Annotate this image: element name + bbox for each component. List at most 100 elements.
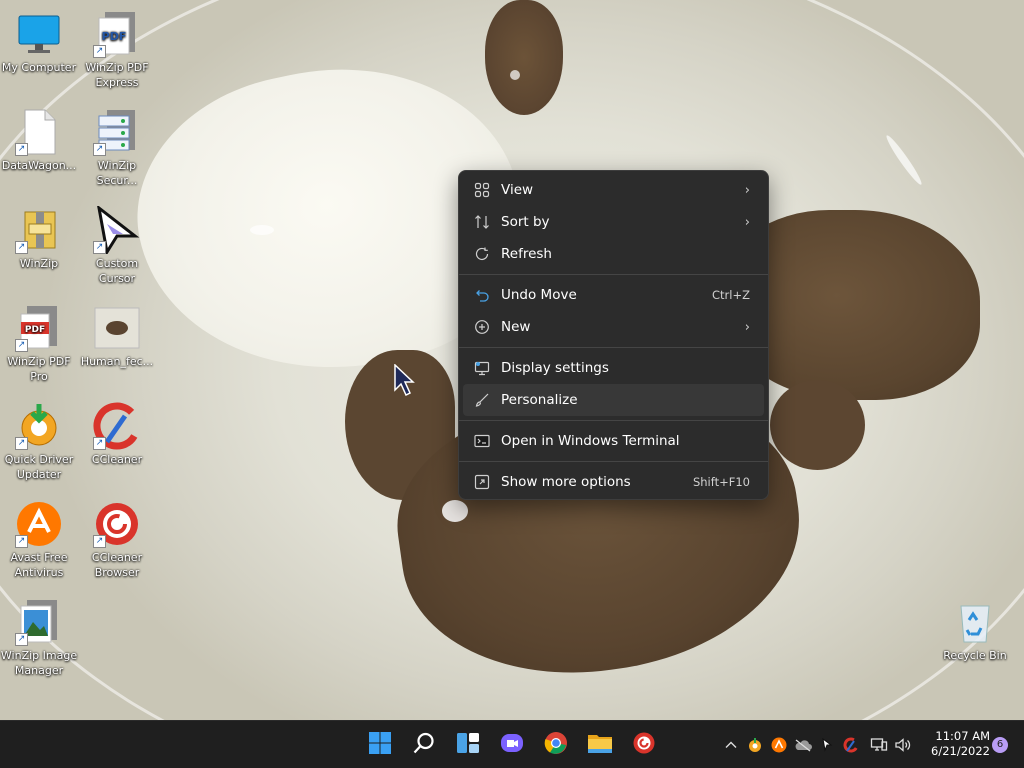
start-button[interactable]: [364, 729, 396, 761]
desktop-icon-winzip-secure[interactable]: ↗ WinZip Secur...: [78, 104, 156, 188]
shortcut-arrow-icon: ↗: [93, 241, 106, 254]
shortcut-arrow-icon: ↗: [93, 437, 106, 450]
image-manager-icon: ↗: [15, 598, 63, 646]
shortcut-arrow-icon: ↗: [93, 45, 106, 58]
grid-icon: [473, 181, 491, 199]
file-explorer-button[interactable]: [584, 729, 616, 761]
menu-separator: [459, 461, 768, 462]
shortcut-arrow-icon: ↗: [15, 339, 28, 352]
menu-item-view[interactable]: View ›: [463, 174, 764, 206]
clock-date: 6/21/2022: [931, 744, 990, 758]
search-icon: [412, 731, 436, 759]
search-button[interactable]: [408, 729, 440, 761]
menu-separator: [459, 274, 768, 275]
chevron-up-icon[interactable]: [722, 736, 740, 754]
desktop-icon-winzip-pdf-pro[interactable]: PDF ↗ WinZip PDF Pro: [0, 300, 78, 384]
desktop-icon-datawagon[interactable]: ↗ DataWagon...: [0, 104, 78, 173]
driver-updater-icon[interactable]: [746, 736, 764, 754]
desktop-icon-ccleaner[interactable]: ↗ CCleaner: [78, 398, 156, 467]
file-explorer-icon: [587, 731, 613, 759]
display-icon: [473, 359, 491, 377]
ccleaner-icon: ↗: [93, 402, 141, 450]
svg-text:PDF: PDF: [25, 325, 45, 335]
avast-icon: ↗: [15, 500, 63, 548]
wallpaper-object: [485, 0, 563, 115]
winzip-icon: ↗: [15, 206, 63, 254]
shortcut-arrow-icon: ↗: [15, 633, 28, 646]
volume-icon[interactable]: [894, 736, 912, 754]
chrome-icon: [544, 731, 568, 759]
shortcut-arrow-icon: ↗: [93, 143, 106, 156]
desktop-icon-human-fec[interactable]: Human_fec...: [78, 300, 156, 369]
menu-item-sort-by[interactable]: Sort by ›: [463, 206, 764, 238]
menu-item-display-settings[interactable]: Display settings: [463, 352, 764, 384]
brush-icon: [473, 391, 491, 409]
desktop-icon-winzip[interactable]: ↗ WinZip: [0, 202, 78, 271]
desktop-icon-custom-cursor[interactable]: ↗ Custom Cursor: [78, 202, 156, 286]
chat-button[interactable]: [496, 729, 528, 761]
mouse-pointer-icon: [394, 363, 418, 402]
file-icon: ↗: [15, 108, 63, 156]
chevron-right-icon: ›: [744, 319, 750, 335]
driver-updater-icon: ↗: [15, 402, 63, 450]
start-icon: [368, 731, 392, 759]
image-thumbnail-icon: [93, 304, 141, 352]
chevron-right-icon: ›: [744, 214, 750, 230]
desktop-icon-winzip-image-manager[interactable]: ↗ WinZip Image Manager: [0, 594, 78, 678]
shortcut-arrow-icon: ↗: [15, 241, 28, 254]
refresh-icon: [473, 245, 491, 263]
onedrive-icon[interactable]: [794, 736, 812, 754]
cursor-icon: ↗: [93, 204, 141, 257]
network-icon[interactable]: [870, 736, 888, 754]
wallpaper-object: [770, 380, 865, 470]
monitor-icon: [15, 10, 63, 58]
chrome-button[interactable]: [540, 729, 572, 761]
taskbar: 11:07 AM 6/21/2022 6: [0, 720, 1024, 768]
desktop-context-menu: View › Sort by › Refresh Undo Move Ctrl+…: [458, 170, 769, 500]
menu-item-open-in-windows-terminal[interactable]: Open in Windows Terminal: [463, 425, 764, 457]
menu-separator: [459, 347, 768, 348]
undo-icon: [473, 286, 491, 304]
system-clock[interactable]: 11:07 AM 6/21/2022: [920, 729, 990, 759]
pdf-icon: PDF ↗: [15, 304, 63, 352]
server-icon: ↗: [93, 108, 141, 156]
desktop-icon-ccleaner-browser[interactable]: ↗ CCleaner Browser: [78, 496, 156, 580]
desktop-icon-avast-free-antivirus[interactable]: ↗ Avast Free Antivirus: [0, 496, 78, 580]
widgets-button[interactable]: [452, 729, 484, 761]
svg-text:PDF: PDF: [102, 30, 127, 43]
ccleaner-icon: [632, 731, 656, 759]
shortcut-arrow-icon: ↗: [15, 143, 28, 156]
chat-icon: [500, 731, 524, 759]
chevron-right-icon: ›: [744, 182, 750, 198]
plus-circle-icon: [473, 318, 491, 336]
ccleaner-icon[interactable]: [842, 736, 860, 754]
desktop-icon-recycle-bin[interactable]: Recycle Bin: [936, 594, 1014, 663]
menu-item-personalize[interactable]: Personalize: [463, 384, 764, 416]
menu-item-refresh[interactable]: Refresh: [463, 238, 764, 270]
shortcut-arrow-icon: ↗: [93, 535, 106, 548]
wallpaper-glare: [250, 225, 274, 235]
clock-time: 11:07 AM: [935, 729, 990, 743]
desktop-icon-my-computer[interactable]: My Computer: [0, 6, 78, 75]
pdf-icon: PDF ↗: [93, 10, 141, 58]
menu-separator: [459, 420, 768, 421]
desktop-icon-quick-driver-updater[interactable]: ↗ Quick Driver Updater: [0, 398, 78, 482]
menu-item-new[interactable]: New ›: [463, 311, 764, 343]
menu-item-show-more-options[interactable]: Show more options Shift+F10: [463, 466, 764, 498]
more-options-icon: [473, 473, 491, 491]
menu-item-undo-move[interactable]: Undo Move Ctrl+Z: [463, 279, 764, 311]
shortcut-arrow-icon: ↗: [15, 535, 28, 548]
desktop-icon-winzip-pdf-express[interactable]: PDF ↗ WinZip PDF Express: [78, 6, 156, 90]
wallpaper-glare: [442, 500, 468, 522]
wallpaper-glare: [510, 70, 520, 80]
shortcut-arrow-icon: ↗: [15, 437, 28, 450]
widgets-icon: [456, 731, 480, 759]
terminal-icon: [473, 432, 491, 450]
cursor-icon[interactable]: [818, 736, 836, 754]
ccleaner-taskbar-button[interactable]: [628, 729, 660, 761]
ccleaner-browser-icon: ↗: [93, 500, 141, 548]
notification-badge[interactable]: 6: [992, 737, 1008, 753]
avast-icon[interactable]: [770, 736, 788, 754]
sort-icon: [473, 213, 491, 231]
recycle-bin-icon: [951, 598, 999, 646]
